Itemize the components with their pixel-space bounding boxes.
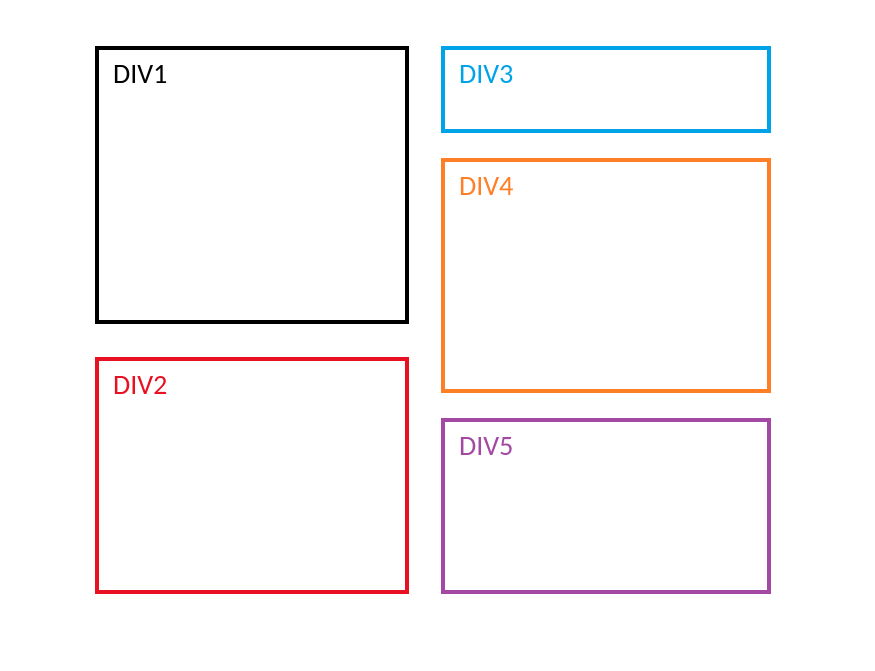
div1-label: DIV1 bbox=[113, 56, 167, 91]
div5-label: DIV5 bbox=[459, 428, 513, 463]
div1-box: DIV1 bbox=[95, 46, 409, 324]
div4-box: DIV4 bbox=[441, 158, 771, 393]
div3-box: DIV3 bbox=[441, 46, 771, 133]
div2-box: DIV2 bbox=[95, 357, 409, 594]
div5-box: DIV5 bbox=[441, 418, 771, 594]
div4-label: DIV4 bbox=[459, 168, 513, 203]
div3-label: DIV3 bbox=[459, 56, 513, 91]
div2-label: DIV2 bbox=[113, 367, 167, 402]
